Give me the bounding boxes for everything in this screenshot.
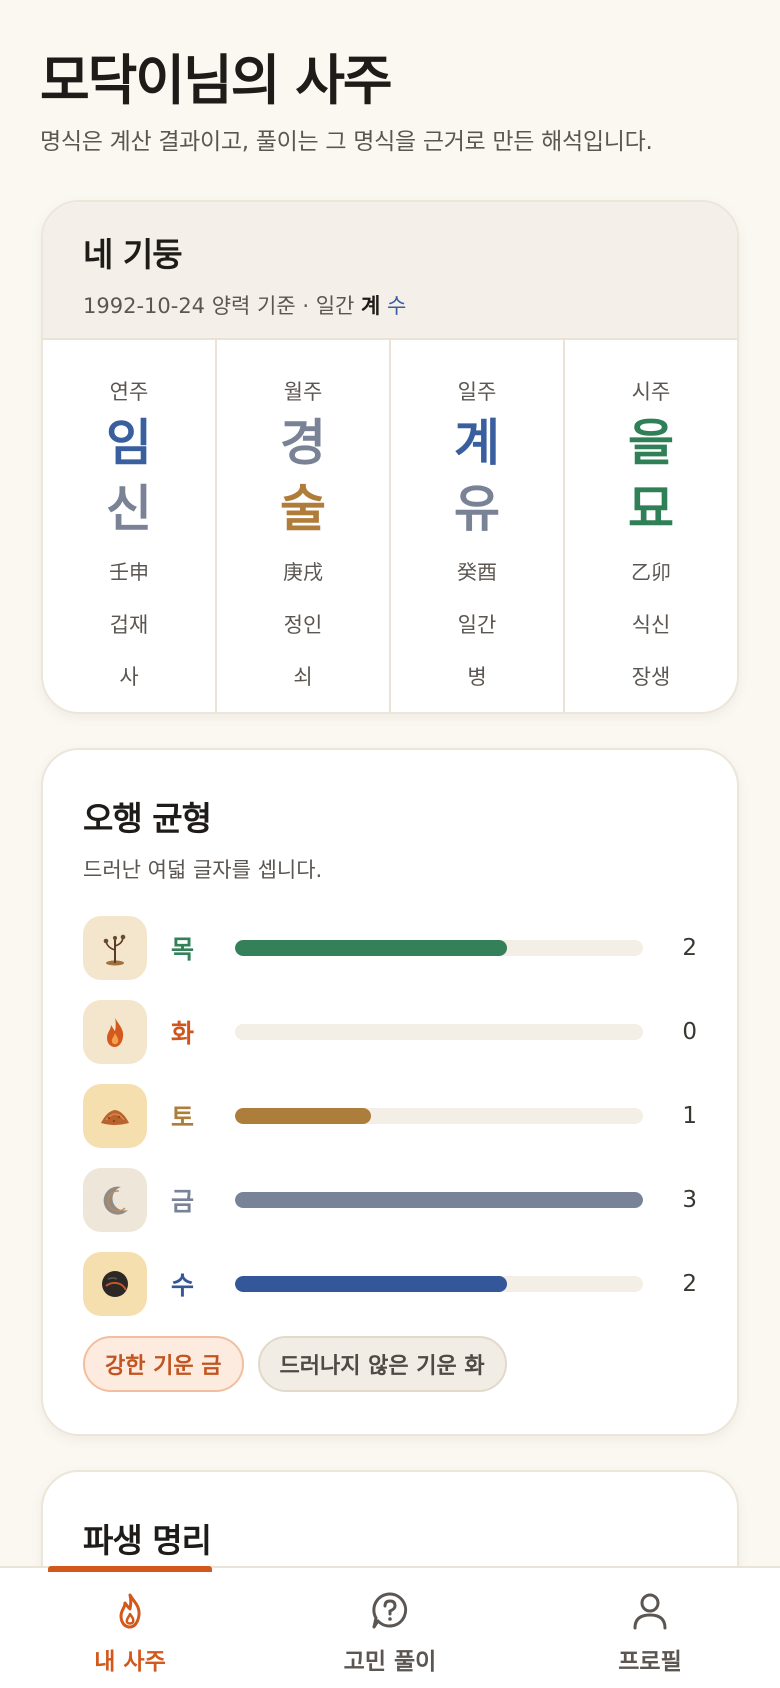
pillar-hanja: 癸酉 xyxy=(457,560,497,584)
derived-myeongri-title: 파생 명리 xyxy=(83,1521,212,1560)
element-bar-track xyxy=(235,1108,643,1124)
nav-label: 내 사주 xyxy=(94,1649,166,1675)
pillar-ten-god: 식신 xyxy=(631,613,671,637)
pillar-stem: 계 xyxy=(454,414,500,472)
element-count: 2 xyxy=(682,1271,697,1297)
person-icon xyxy=(633,1593,667,1630)
pillar-hanja: 壬申 xyxy=(109,560,149,584)
pillar-stem: 을 xyxy=(628,414,674,472)
birth-date-basis: 1992-10-24 양력 기준 · 일간 xyxy=(83,294,362,318)
element-list: 목 2 화 0 토 1 금 3 수 2 xyxy=(83,916,697,1316)
element-count: 3 xyxy=(682,1187,697,1213)
element-bar-track xyxy=(235,1192,643,1208)
nav-my-saju[interactable]: 내 사주 xyxy=(0,1566,260,1688)
four-pillars-subtitle: 1992-10-24 양력 기준 · 일간 계 수 xyxy=(83,290,737,320)
saju-screen: 모닥이님의 사주 명식은 계산 결과이고, 풀이는 그 명식을 근거로 만든 해… xyxy=(0,0,780,1688)
element-bar-fill xyxy=(235,1108,371,1124)
element-count: 2 xyxy=(682,935,697,961)
sapling-icon xyxy=(83,916,147,980)
pillar-day[interactable]: 일주 계 유 癸酉 일간 병 xyxy=(391,340,565,712)
bottom-nav: 내 사주 고민 풀이 프로필 xyxy=(0,1566,780,1688)
element-bar-fill xyxy=(235,940,507,956)
pillar-hanja: 庚戌 xyxy=(283,560,323,584)
pillars-grid: 연주 임 신 壬申 겁재 사 월주 경 술 庚戌 정인 쇠 일주 계 유 癸酉 … xyxy=(43,340,737,712)
element-name: 금 xyxy=(171,1187,195,1216)
pillar-life-stage: 장생 xyxy=(631,665,671,689)
nav-active-indicator xyxy=(48,1566,212,1572)
element-name: 화 xyxy=(171,1019,195,1048)
five-elements-subtitle: 드러난 여덟 글자를 셉니다. xyxy=(83,858,323,882)
flame-icon xyxy=(119,1593,141,1629)
page-subtitle: 명식은 계산 결과이고, 풀이는 그 명식을 근거로 만든 해석입니다. xyxy=(40,129,653,155)
pillar-branch: 신 xyxy=(106,480,152,538)
missing-element-chip[interactable]: 드러나지 않은 기운 화 xyxy=(257,1336,507,1392)
pillar-branch: 술 xyxy=(280,480,326,538)
pillar-hour[interactable]: 시주 을 묘 乙卯 식신 장생 xyxy=(565,340,737,712)
pillar-ten-god: 겁재 xyxy=(109,613,149,637)
pillar-life-stage: 쇠 xyxy=(293,665,313,689)
nav-label: 고민 풀이 xyxy=(343,1649,437,1675)
water-orb-icon xyxy=(83,1252,147,1316)
day-stem-element: 수 xyxy=(387,294,407,318)
pillar-life-stage: 병 xyxy=(467,665,487,689)
page-title: 모닥이님의 사주 xyxy=(40,49,393,112)
five-elements-title: 오행 균형 xyxy=(83,799,212,838)
nav-worry-reading[interactable]: 고민 풀이 xyxy=(260,1568,520,1688)
pillar-ten-god: 일간 xyxy=(457,613,497,637)
element-bar-track xyxy=(235,1276,643,1292)
element-bar-track xyxy=(235,940,643,956)
summary-chips: 강한 기운 금 드러나지 않은 기운 화 xyxy=(83,1336,697,1392)
nav-profile[interactable]: 프로필 xyxy=(520,1568,780,1688)
four-pillars-card: 네 기둥 1992-10-24 양력 기준 · 일간 계 수 연주 임 신 壬申… xyxy=(41,200,739,714)
four-pillars-title: 네 기둥 xyxy=(83,235,183,274)
element-row-wood: 목 2 xyxy=(83,916,697,980)
element-bar-fill xyxy=(235,1192,643,1208)
strong-element-chip[interactable]: 강한 기운 금 xyxy=(83,1336,244,1392)
question-bubble-icon xyxy=(372,1592,408,1629)
five-elements-card: 오행 균형 드러난 여덟 글자를 셉니다. 목 2 화 0 토 1 금 3 수 … xyxy=(41,748,739,1436)
element-row-earth: 토 1 xyxy=(83,1084,697,1148)
element-count: 0 xyxy=(682,1019,697,1045)
pillar-stem: 임 xyxy=(106,414,152,472)
day-stem: 계 xyxy=(361,294,381,318)
pillar-ten-god: 정인 xyxy=(283,613,323,637)
element-row-metal: 금 3 xyxy=(83,1168,697,1232)
element-bar-fill xyxy=(235,1276,507,1292)
crescent-moon-icon xyxy=(83,1168,147,1232)
pillar-label: 시주 xyxy=(631,380,671,404)
nav-label: 프로필 xyxy=(618,1649,682,1675)
pillar-year[interactable]: 연주 임 신 壬申 겁재 사 xyxy=(43,340,217,712)
element-name: 목 xyxy=(171,935,195,964)
pillar-month[interactable]: 월주 경 술 庚戌 정인 쇠 xyxy=(217,340,391,712)
pillar-hanja: 乙卯 xyxy=(631,560,671,584)
pillar-branch: 유 xyxy=(454,480,500,538)
pillar-label: 연주 xyxy=(109,380,149,404)
element-name: 수 xyxy=(171,1271,195,1300)
flame-icon xyxy=(83,1000,147,1064)
pillar-label: 월주 xyxy=(283,380,323,404)
pillar-label: 일주 xyxy=(457,380,497,404)
element-name: 토 xyxy=(171,1103,195,1132)
soil-icon xyxy=(83,1084,147,1148)
element-count: 1 xyxy=(682,1103,697,1129)
pillar-life-stage: 사 xyxy=(119,665,139,689)
four-pillars-header: 네 기둥 1992-10-24 양력 기준 · 일간 계 수 xyxy=(43,202,737,340)
pillar-branch: 묘 xyxy=(628,480,674,538)
element-row-water: 수 2 xyxy=(83,1252,697,1316)
element-row-fire: 화 0 xyxy=(83,1000,697,1064)
element-bar-track xyxy=(235,1024,643,1040)
pillar-stem: 경 xyxy=(280,414,326,472)
